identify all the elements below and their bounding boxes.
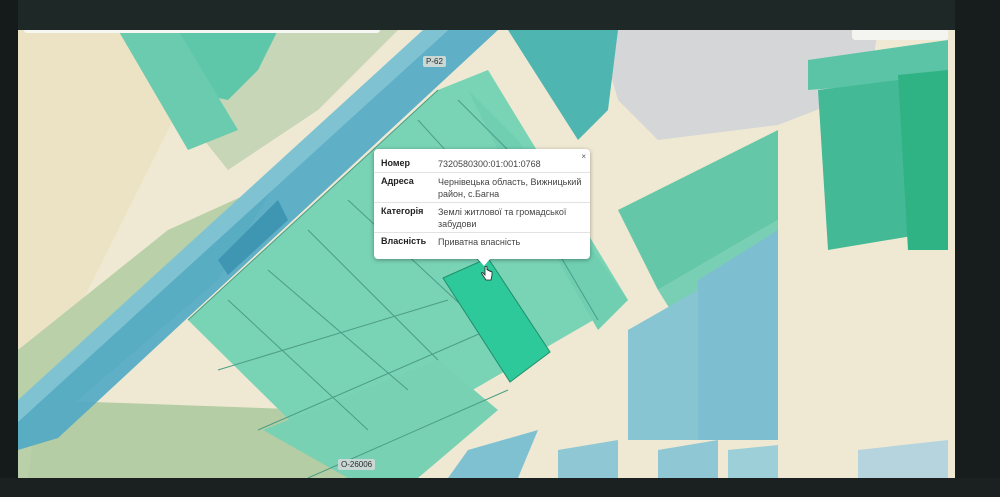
map-toolbar-top[interactable] <box>24 30 380 33</box>
popup-row-ownership: Власність Приватна власність <box>374 233 590 250</box>
popup-row-category: Категорія Землі житлової та громадської … <box>374 203 590 233</box>
popup-key: Адреса <box>381 176 414 186</box>
popup-value: Чернівецька область, Вижницький район, с… <box>438 177 582 199</box>
parcel-bottom-3 <box>728 445 778 478</box>
map-control-top-right[interactable] <box>852 30 948 40</box>
map-canvas[interactable]: Р-62 О-26006 × Номер 7320580300:01:001:0… <box>18 30 955 478</box>
popup-row-number: Номер 7320580300:01:001:0768 <box>374 155 590 173</box>
popup-key: Номер <box>381 158 411 168</box>
close-icon[interactable]: × <box>581 152 586 161</box>
monitor-bezel-left <box>0 0 18 497</box>
popup-value: Землі житлової та громадської забудови <box>438 207 567 229</box>
monitor-bezel-bottom <box>0 478 1000 497</box>
road-label-local: О-26006 <box>338 459 376 470</box>
road-label-main: Р-62 <box>423 56 446 67</box>
popup-pointer <box>478 259 490 266</box>
popup-value: 7320580300:01:001:0768 <box>438 159 541 169</box>
popup-key: Категорія <box>381 206 424 216</box>
parcel-info-popup: × Номер 7320580300:01:001:0768 Адреса Че… <box>374 149 590 266</box>
popup-value: Приватна власність <box>438 237 521 247</box>
monitor-bezel-right <box>955 0 1000 497</box>
popup-row-address: Адреса Чернівецька область, Вижницький р… <box>374 173 590 203</box>
monitor-bezel-top <box>0 0 1000 30</box>
popup-key: Власність <box>381 236 427 246</box>
